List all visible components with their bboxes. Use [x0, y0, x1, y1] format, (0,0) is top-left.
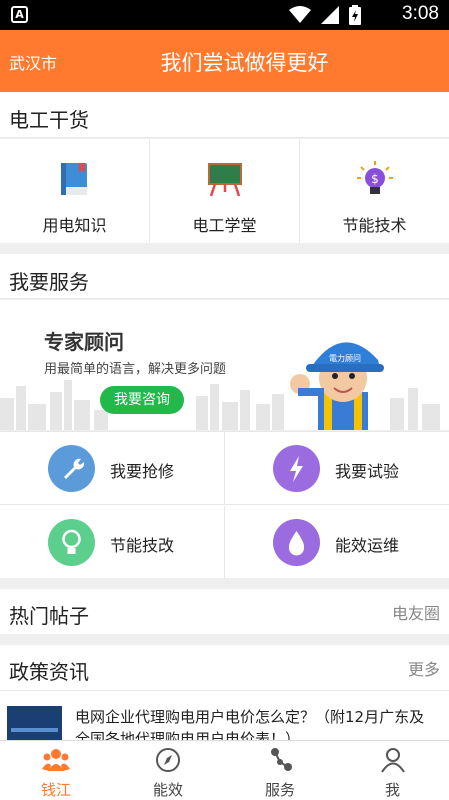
wifi-icon — [289, 6, 311, 23]
section-title: 我要服务 — [9, 270, 89, 294]
tool-label: 电工学堂 — [192, 216, 257, 235]
service-item-efficiency-ops[interactable]: 能效运维 — [225, 506, 449, 579]
tab-qianjiang[interactable]: 钱江 — [0, 741, 112, 800]
service-label: 节能技改 — [110, 536, 175, 555]
tool-item-classroom[interactable]: 电工学堂 — [150, 139, 300, 243]
community-icon — [42, 749, 70, 771]
service-item-testing[interactable]: 我要试验 — [225, 432, 449, 505]
page-title: 我们尝试做得更好 — [160, 51, 329, 75]
tool-item-knowledge[interactable]: 用电知识 — [0, 139, 150, 243]
service-label: 我要抢修 — [110, 462, 175, 481]
share-nodes-icon — [271, 748, 292, 771]
compass-icon — [156, 748, 180, 772]
more-link[interactable]: 更多 — [408, 656, 440, 680]
tab-label: 钱江 — [40, 781, 71, 799]
battery-icon — [349, 5, 361, 25]
banner-heading: 专家顾问 — [44, 330, 124, 354]
blackboard-icon — [207, 163, 242, 197]
person-icon — [380, 748, 405, 773]
status-bar: A 3:08 — [0, 0, 449, 30]
tab-efficiency[interactable]: 能效 — [112, 741, 224, 800]
wrench-icon — [48, 445, 95, 492]
service-label: 我要试验 — [335, 462, 400, 481]
tool-item-energy-tech[interactable]: $ 节能技术 — [300, 139, 449, 243]
service-item-repair[interactable]: 我要抢修 — [0, 432, 225, 505]
section-title: 政策资讯 — [9, 660, 89, 684]
policy-section: 政策资讯 更多 电网企业代理购电用户电价怎么定？（附12月广东及全国各地代理购电… — [0, 645, 449, 740]
bottom-tab-bar: 钱江 能效 服务 我 — [0, 740, 449, 800]
section-title: 电工干货 — [9, 108, 89, 132]
section-title: 热门帖子 — [9, 604, 89, 628]
banner-subtitle: 用最简单的语言，解决更多问题 — [44, 362, 227, 377]
services-grid: 我要抢修 我要试验 节能技改 能效运维 — [0, 431, 449, 579]
service-item-energy-retrofit[interactable]: 节能技改 — [0, 506, 225, 579]
helmet-label: 電力顾问 — [329, 354, 361, 363]
more-link[interactable]: 电友圈 — [392, 600, 440, 624]
tool-label: 用电知识 — [42, 216, 107, 235]
article-title: 电网企业代理购电用户电价怎么定？（附12月广东及全国各地代理购电用户电价表！） — [75, 708, 425, 740]
tab-label: 服务 — [264, 781, 295, 799]
tab-me[interactable]: 我 — [336, 741, 449, 800]
clock: 3:08 — [402, 3, 439, 24]
tab-services[interactable]: 服务 — [224, 741, 336, 800]
service-label: 能效运维 — [335, 536, 400, 555]
services-section-header: 我要服务 — [0, 254, 449, 299]
svg-text:$: $ — [371, 172, 379, 186]
notification-app-icon: A — [11, 6, 28, 23]
lightbulb-icon: $ — [356, 161, 393, 194]
hot-posts-header[interactable]: 热门帖子 电友圈 — [0, 589, 449, 634]
consult-button[interactable]: 我要咨询 — [100, 386, 184, 414]
tool-label: 节能技术 — [342, 216, 407, 235]
app-header: 武汉市 我们尝试做得更好 — [0, 30, 449, 92]
tools-grid: 用电知识 电工学堂 $ 节能技术 — [0, 139, 449, 243]
tab-label: 能效 — [152, 781, 183, 799]
signal-icon — [321, 6, 339, 24]
book-icon — [60, 163, 87, 195]
tab-label: 我 — [384, 781, 400, 799]
policy-header: 政策资讯 更多 — [0, 645, 449, 691]
drop-icon — [273, 519, 320, 566]
article-item[interactable]: 电网企业代理购电用户电价怎么定？（附12月广东及全国各地代理购电用户电价表！） — [0, 692, 449, 740]
expert-banner[interactable]: 专家顾问 用最简单的语言，解决更多问题 電力顾问 我要咨询 — [0, 300, 449, 430]
bulb-icon — [48, 519, 95, 566]
tools-section-header: 电工干货 — [0, 92, 449, 138]
article-thumbnail — [7, 706, 62, 740]
lightning-icon — [273, 445, 320, 492]
